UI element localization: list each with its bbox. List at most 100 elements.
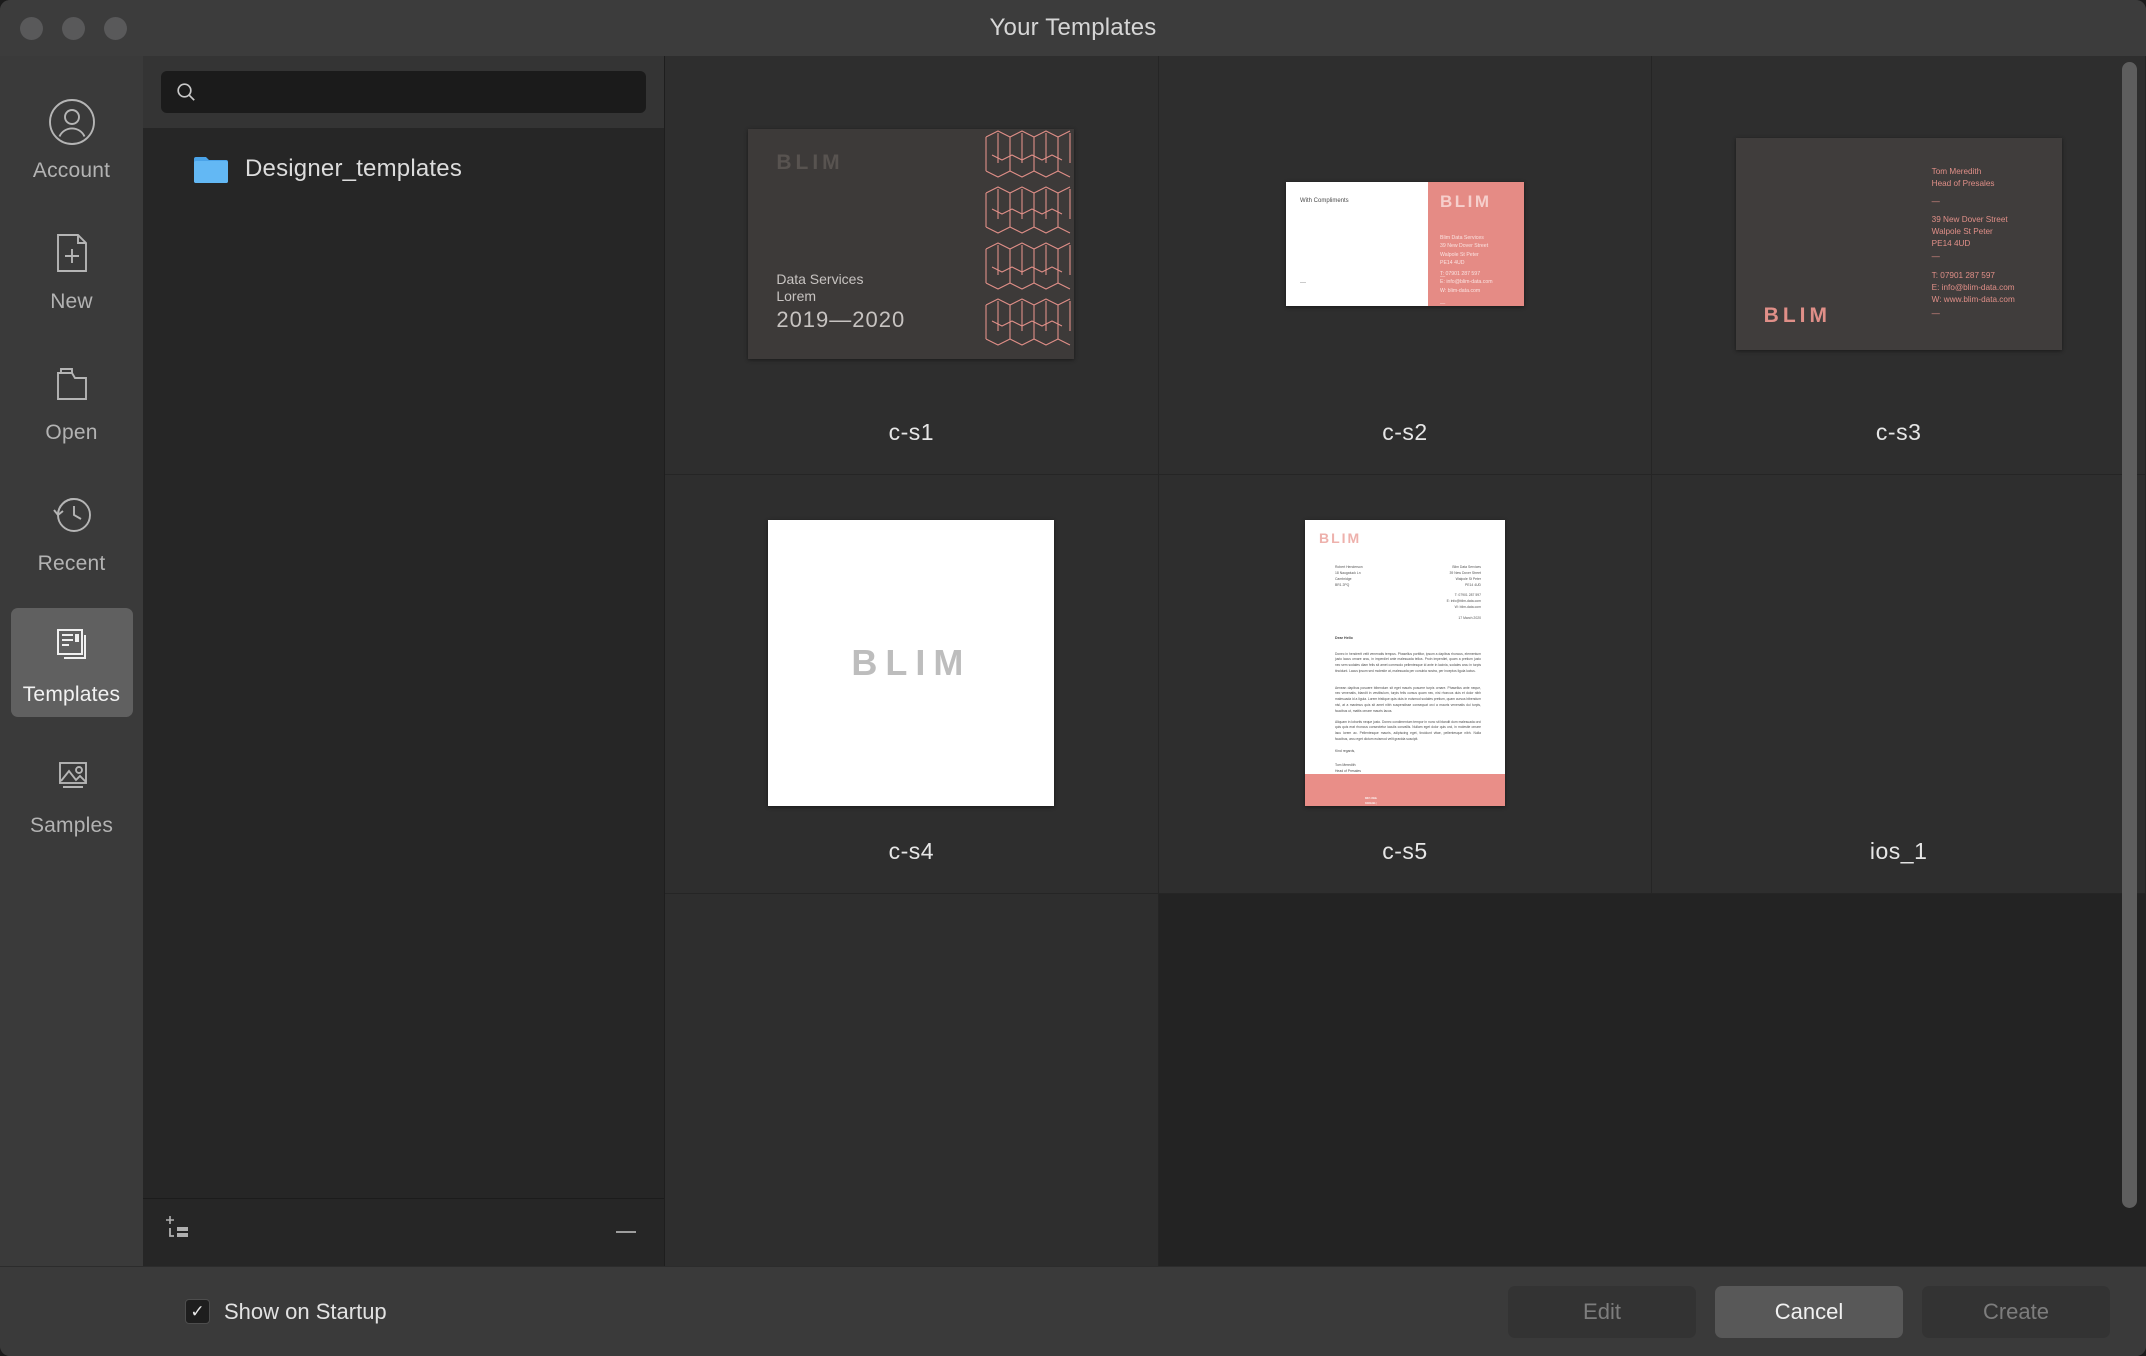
- folder-blue-icon: [193, 154, 229, 184]
- traffic-lights: [20, 16, 127, 40]
- edit-button[interactable]: Edit: [1508, 1285, 1696, 1338]
- template-card-c-s3[interactable]: Tom Meredith Head of Presales — 39 New D…: [1652, 56, 2146, 475]
- templates-window: Your Templates Account New Open Recent T…: [0, 0, 2146, 1356]
- template-card-c-s5[interactable]: BLIM Robert Henderson 18 Naugatuck Ln Ca…: [1158, 475, 1653, 894]
- sidebar-item-templates[interactable]: Templates: [10, 608, 133, 717]
- thumb-paragraph: Aliquam in lobortis neque justo. Donec c…: [1334, 719, 1481, 742]
- thumb-address-line: 39 New Dover Street: [1439, 243, 1489, 250]
- account-icon: [45, 95, 99, 149]
- thumb-line-2: Lorem: [776, 288, 817, 305]
- template-label: c-s4: [888, 838, 935, 864]
- thumb-wordmark: BLIM: [1318, 529, 1362, 546]
- cancel-button[interactable]: Cancel: [1715, 1285, 1903, 1338]
- templates-grid: BLIM Data Services Lorem 2019—2020 c-s1 …: [665, 56, 2146, 1266]
- thumb-years: 2019—2020: [776, 306, 906, 332]
- templates-icon: [45, 619, 99, 673]
- template-card-c-s2[interactable]: With Compliments — BLIM Blim Data Servic…: [1158, 56, 1653, 475]
- add-folder-icon[interactable]: [165, 1214, 195, 1251]
- grid-scrollbar[interactable]: [2122, 62, 2137, 1208]
- sidebar-item-label: New: [50, 290, 93, 313]
- sidebar-item-label: Samples: [29, 814, 114, 837]
- thumb-contact-line: E: info@blim-data.com: [1931, 282, 2015, 292]
- sidebar: Account New Open Recent Templates Sample…: [0, 56, 143, 1266]
- thumb-contact-line: W: blim-data.com: [1439, 287, 1481, 294]
- dialog-buttons: Edit Cancel Create: [1508, 1285, 2110, 1338]
- sidebar-item-new[interactable]: New: [11, 215, 133, 324]
- thumb-contact-line: W: www.blim-data.com: [1931, 295, 2015, 305]
- thumb-closing: Kind regards,: [1334, 748, 1356, 753]
- new-file-icon: [45, 226, 99, 280]
- search-box[interactable]: [161, 71, 646, 113]
- thumb-heading: With Compliments: [1299, 197, 1349, 204]
- thumb-wordmark: BLIM: [1763, 303, 1831, 327]
- thumb-paragraph: Donec in hendrerit velit venenatis tempu…: [1334, 651, 1481, 674]
- template-label: c-s5: [1382, 838, 1428, 864]
- folder-icon: [45, 357, 99, 411]
- thumb-rule: —: [1439, 301, 1446, 306]
- search-input[interactable]: [207, 81, 632, 103]
- thumb-contact-line: E: info@blim-data.com: [1439, 279, 1493, 286]
- thumb-address-line: 39 New Dover Street: [1931, 214, 2008, 224]
- thumb-line-1: Data Services: [776, 271, 864, 288]
- checkbox-check-icon[interactable]: ✓: [185, 1299, 210, 1324]
- templates-grid-panel: BLIM Data Services Lorem 2019—2020 c-s1 …: [665, 56, 2146, 1266]
- thumb-address-line: PE14 4UD: [1439, 260, 1465, 267]
- isometric-pattern-icon: [985, 129, 1071, 346]
- sidebar-item-open[interactable]: Open: [11, 346, 133, 455]
- title-bar: Your Templates: [0, 0, 2146, 56]
- grid-empty-cell: [665, 894, 1159, 1266]
- template-label: c-s1: [888, 419, 935, 445]
- bottom-bar: ✓ Show on Startup Edit Cancel Create: [0, 1266, 2146, 1356]
- minimize-button-icon[interactable]: [62, 16, 85, 40]
- thumb-contact-line: T: 07901 287 597: [1439, 270, 1481, 277]
- thumb-paragraph: Aenean dapibus posuere bibendum sit eget…: [1334, 685, 1481, 713]
- show-on-startup-label: Show on Startup: [224, 1298, 387, 1324]
- zoom-button-icon[interactable]: [104, 16, 127, 40]
- sidebar-item-account[interactable]: Account: [11, 84, 133, 193]
- thumb-sender-contact-line: W: blim-data.com: [1454, 604, 1481, 609]
- template-thumbnail-c-s2: With Compliments — BLIM Blim Data Servic…: [1159, 56, 1652, 405]
- thumb-date: 17 March 2020: [1458, 615, 1481, 620]
- close-button-icon[interactable]: [20, 16, 43, 40]
- template-thumbnail-c-s3: Tom Meredith Head of Presales — 39 New D…: [1652, 56, 2145, 405]
- thumb-name: Tom Meredith: [1931, 166, 1982, 176]
- folder-list-panel: Designer_templates: [143, 56, 665, 1266]
- template-label: ios_1: [1869, 838, 1928, 864]
- thumb-address-line: Walpole St Peter: [1931, 226, 1993, 236]
- template-card-c-s1[interactable]: BLIM Data Services Lorem 2019—2020 c-s1: [665, 56, 1159, 475]
- clock-icon: [45, 488, 99, 542]
- show-on-startup-checkbox[interactable]: ✓ Show on Startup: [185, 1299, 387, 1325]
- thumb-footer-band: Blim Data Services Ltd is a private limi…: [1304, 773, 1505, 806]
- thumb-rule: —: [1299, 279, 1306, 286]
- template-thumbnail-c-s1: BLIM Data Services Lorem 2019—2020: [665, 56, 1158, 405]
- create-button[interactable]: Create: [1922, 1285, 2110, 1338]
- template-thumbnail-ios_1: [1652, 475, 2145, 824]
- sidebar-item-label: Templates: [22, 683, 121, 706]
- search-bar: [143, 56, 664, 128]
- thumb-rule: —: [1931, 196, 1940, 206]
- thumb-sender-line: 39 New Dover Street: [1449, 570, 1481, 575]
- template-card-ios_1[interactable]: ios_1: [1652, 475, 2146, 894]
- sidebar-item-label: Recent: [37, 552, 106, 575]
- list-item[interactable]: Designer_templates: [143, 146, 664, 192]
- thumb-footer-line: VAT: 233 4782 00 | Email: info@blim-data…: [1364, 795, 1377, 805]
- thumb-rule: —: [1931, 251, 1940, 261]
- thumb-greeting: Dear Hello: [1334, 635, 1353, 640]
- thumb-recipient-line: 18 Naugatuck Ln: [1334, 570, 1361, 575]
- template-label: c-s3: [1875, 419, 1922, 445]
- template-label: c-s2: [1382, 419, 1428, 445]
- thumb-role: Head of Presales: [1931, 178, 1995, 188]
- thumb-wordmark: BLIM: [1439, 191, 1492, 211]
- sidebar-item-label: Account: [32, 159, 111, 182]
- thumb-address-line: Blim Data Services: [1439, 234, 1484, 241]
- window-title: Your Templates: [989, 14, 1157, 41]
- template-card-c-s4[interactable]: BLIM c-s4: [665, 475, 1159, 894]
- thumb-sender-line: PE14 4UD: [1464, 582, 1481, 587]
- thumb-sender-contact-line: E: info@blim-data.com: [1446, 598, 1481, 603]
- sidebar-item-recent[interactable]: Recent: [11, 477, 133, 586]
- minus-icon[interactable]: [614, 1224, 638, 1242]
- folder-list-footer: [143, 1198, 664, 1266]
- sidebar-item-samples[interactable]: Samples: [11, 739, 133, 848]
- folder-list: Designer_templates: [143, 128, 664, 1198]
- template-thumbnail-c-s4: BLIM: [665, 475, 1158, 824]
